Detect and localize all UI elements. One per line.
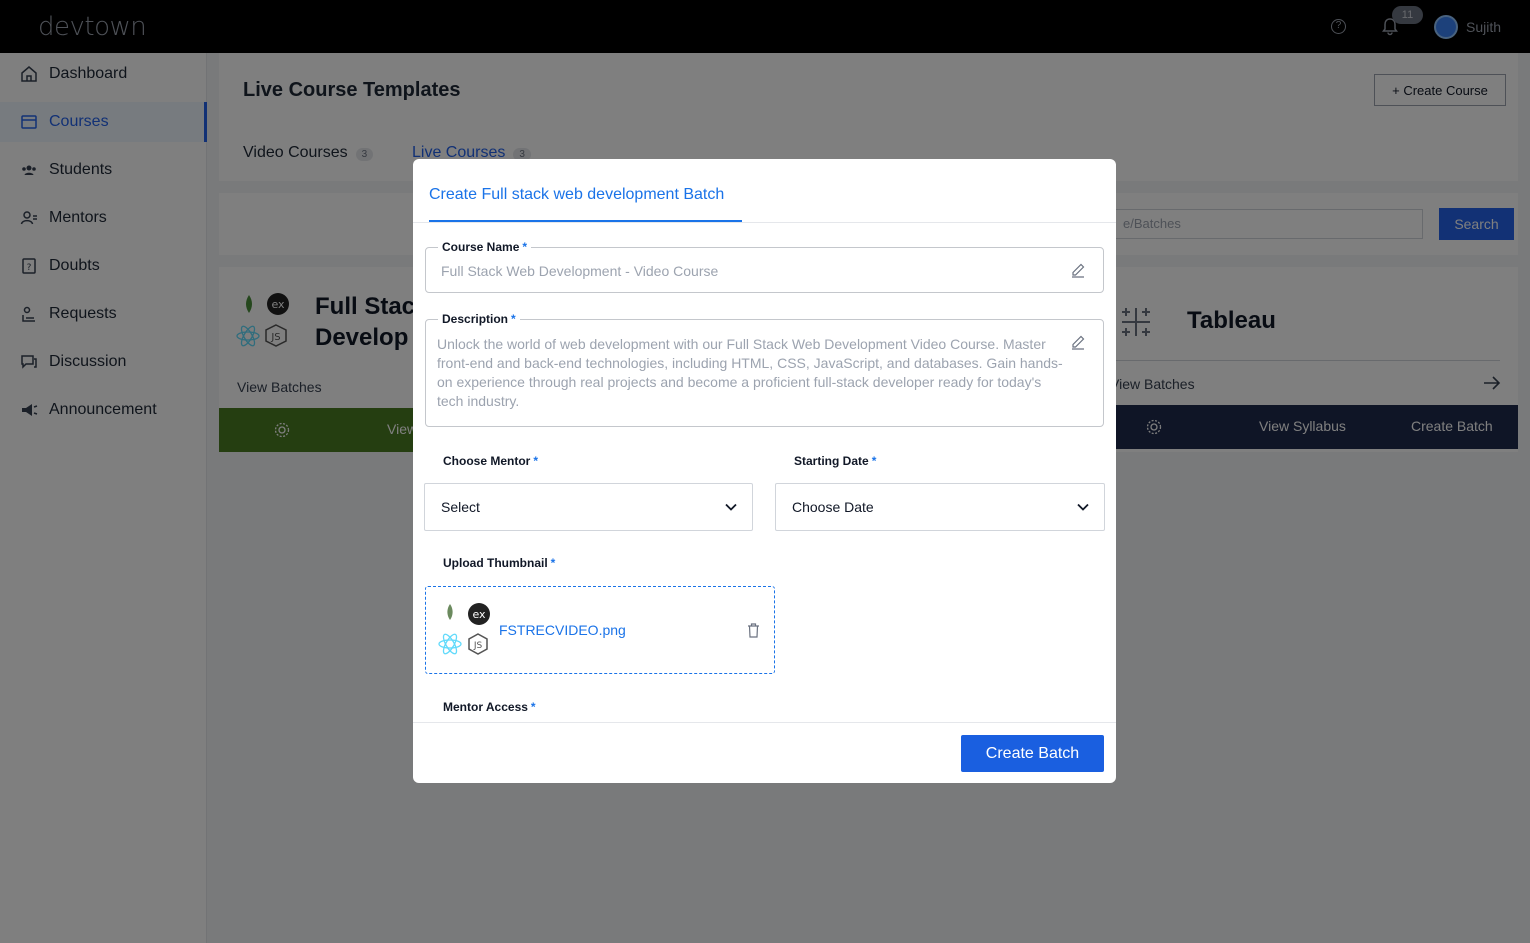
starting-date-value: Choose Date [792,499,874,515]
thumbnail-preview-icon: ex JS [438,603,490,655]
description-label: Description * [438,312,520,326]
modal-title: Create Full stack web development Batch [429,186,725,203]
svg-text:JS: JS [473,641,483,651]
edit-icon[interactable] [1070,262,1086,278]
thumbnail-upload-area[interactable]: ex JS FSTRECVIDEO.png [425,586,775,674]
chevron-down-icon [1077,503,1089,511]
course-name-label: Course Name * [438,240,532,254]
upload-thumbnail-label: Upload Thumbnail * [443,556,556,570]
course-name-value: Full Stack Web Development - Video Cours… [441,263,719,279]
starting-date-select[interactable]: Choose Date [775,483,1105,531]
edit-icon[interactable] [1070,334,1086,350]
thumbnail-file-name[interactable]: FSTRECVIDEO.png [499,622,626,638]
svg-text:ex: ex [472,608,486,621]
mentor-select-value: Select [441,499,480,515]
mentor-access-label: Mentor Access * [443,700,536,714]
choose-mentor-label: Choose Mentor * [443,454,539,468]
divider [413,722,1116,723]
divider [413,222,1116,223]
course-name-field[interactable]: Course Name * Full Stack Web Development … [425,240,1104,293]
chevron-down-icon [725,503,737,511]
trash-icon[interactable] [747,623,760,638]
starting-date-label: Starting Date * [794,454,877,468]
mentor-select[interactable]: Select [424,483,753,531]
description-value: Unlock the world of web development with… [437,336,1063,409]
create-batch-submit-button[interactable]: Create Batch [961,735,1104,772]
create-batch-modal: Create Full stack web development Batch … [413,159,1116,783]
